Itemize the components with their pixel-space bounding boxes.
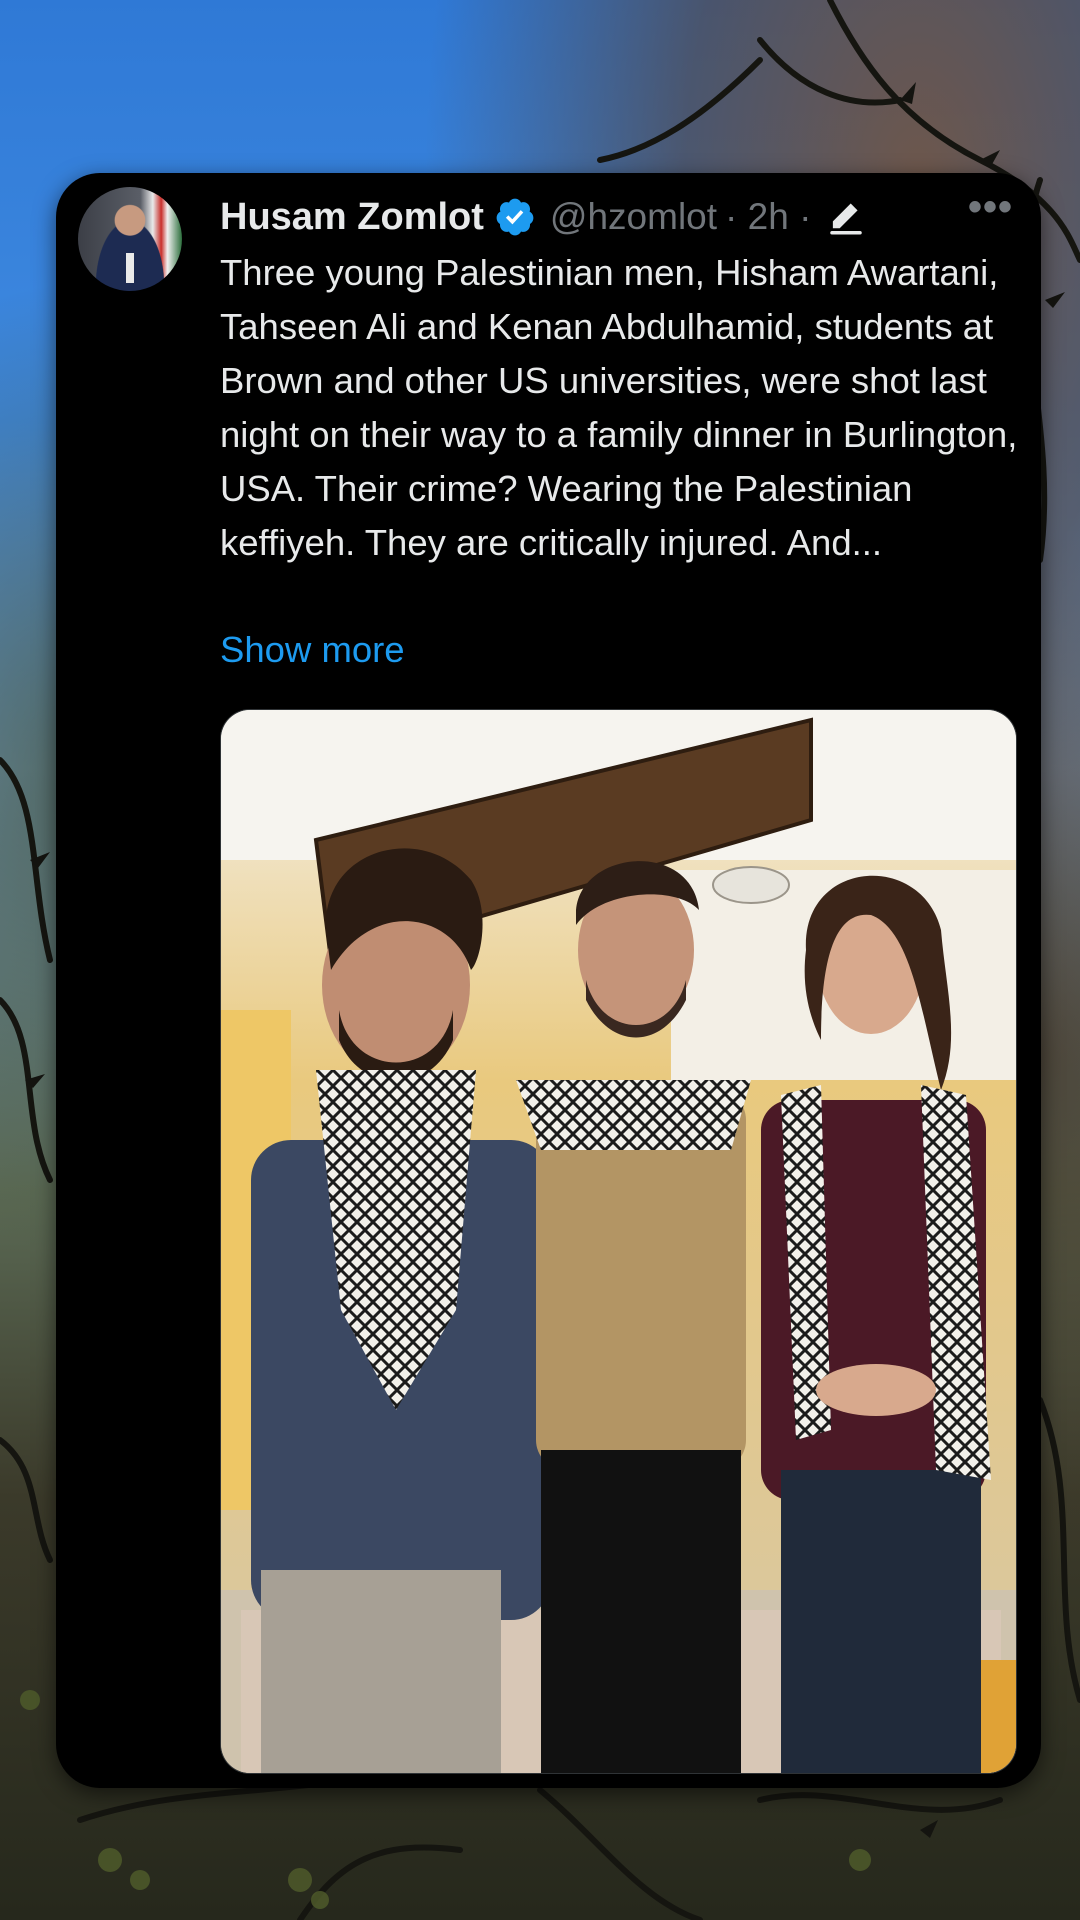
photo-three-men-keffiyeh <box>221 710 1016 1773</box>
author-handle[interactable]: @hzomlot <box>550 196 717 238</box>
avatar-tie-detail <box>126 253 134 283</box>
verified-badge-icon <box>496 198 534 236</box>
tweet-body-text: Three young Palestinian men, Hisham Awar… <box>220 252 1018 563</box>
show-more-link[interactable]: Show more <box>220 623 405 677</box>
tweet-timestamp[interactable]: · 2h · <box>725 196 811 238</box>
tweet-header: Husam Zomlot @hzomlot · 2h · <box>220 187 867 247</box>
edited-pencil-icon[interactable] <box>825 196 867 238</box>
author-avatar[interactable] <box>78 187 182 291</box>
tweet-photo[interactable] <box>220 709 1017 1774</box>
more-options-button[interactable]: ••• <box>968 187 1013 227</box>
tweet-card[interactable]: Husam Zomlot @hzomlot · 2h · ••• Three y… <box>56 173 1041 1788</box>
author-name[interactable]: Husam Zomlot <box>220 196 484 239</box>
